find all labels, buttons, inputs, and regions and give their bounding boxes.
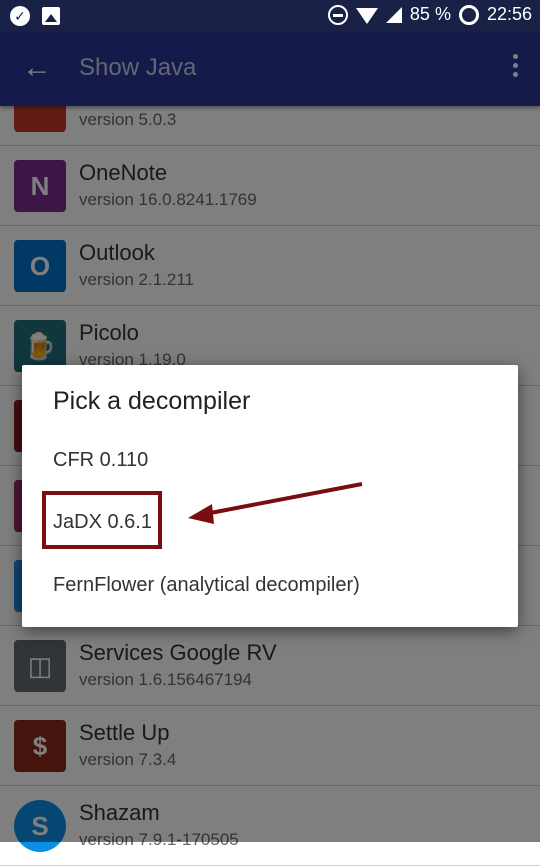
annotation-arrow [188, 482, 363, 524]
